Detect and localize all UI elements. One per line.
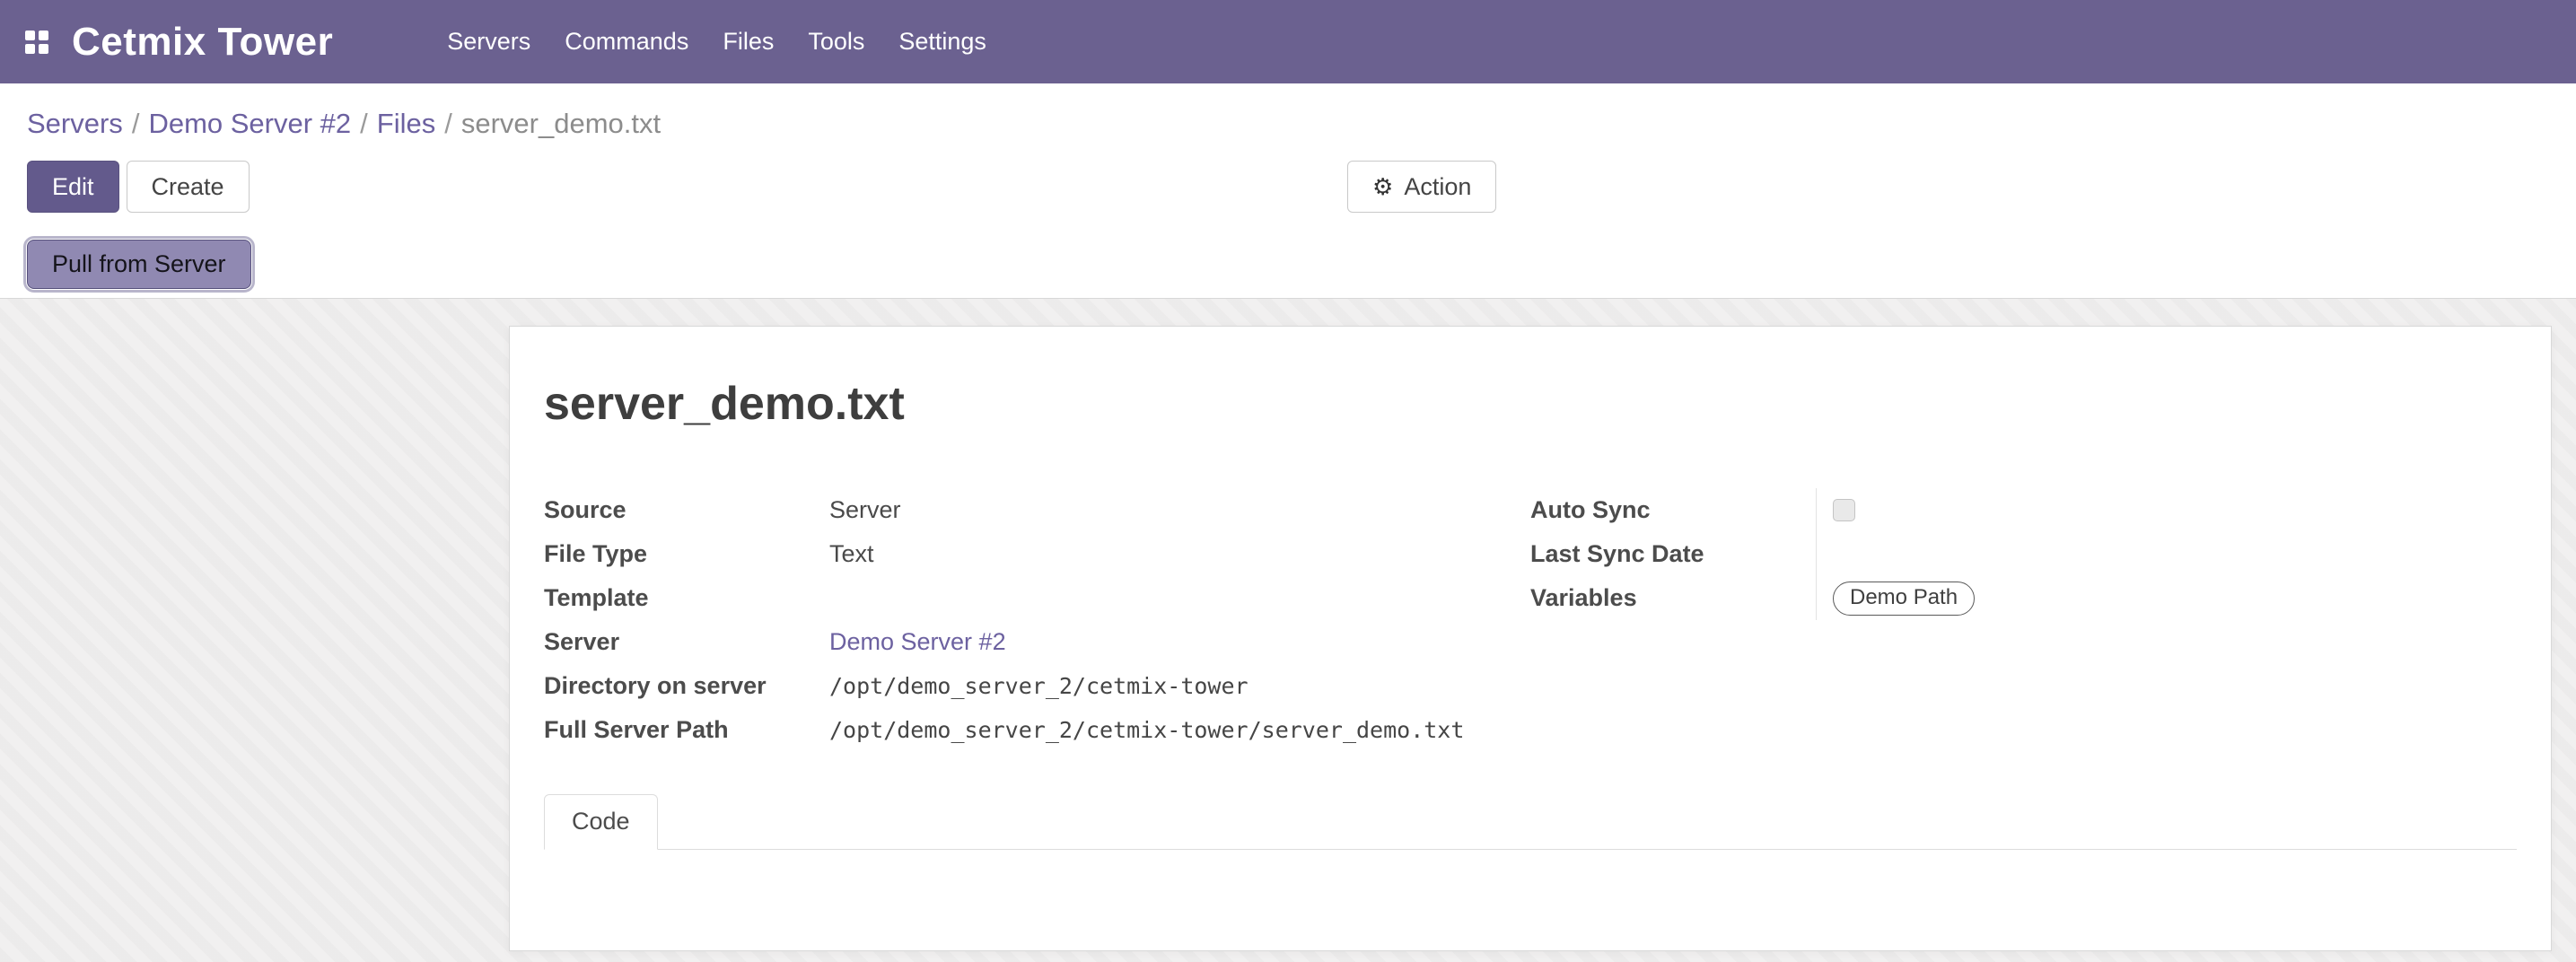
breadcrumb-servers[interactable]: Servers	[27, 108, 123, 139]
field-last-sync-date-label: Last Sync Date	[1530, 539, 1816, 570]
field-server: Server Demo Server #2	[544, 620, 1530, 664]
page: Cetmix Tower Servers Commands Files Tool…	[0, 0, 2576, 962]
menu-servers[interactable]: Servers	[430, 0, 548, 83]
server-link[interactable]: Demo Server #2	[829, 628, 1006, 656]
form-column-right: Auto Sync Last Sync Date Variables Demo …	[1530, 488, 2517, 752]
field-variables: Variables Demo Path	[1530, 576, 2517, 620]
field-auto-sync-label: Auto Sync	[1530, 495, 1816, 526]
breadcrumb-separator: /	[435, 108, 461, 139]
apps-menu-icon[interactable]	[25, 31, 48, 54]
field-directory: Directory on server /opt/demo_server_2/c…	[544, 664, 1530, 708]
field-template-label: Template	[544, 583, 829, 614]
field-variables-value: Demo Path	[1816, 576, 2517, 620]
menu-files[interactable]: Files	[705, 0, 791, 83]
field-variables-label: Variables	[1530, 583, 1816, 614]
menu-commands[interactable]: Commands	[548, 0, 705, 83]
breadcrumb-separator: /	[351, 108, 377, 139]
tab-code-content	[544, 850, 2517, 949]
action-menu-wrap: ⚙ Action	[1347, 161, 1496, 213]
form-title: server_demo.txt	[544, 377, 2517, 431]
field-auto-sync-value	[1816, 488, 2517, 532]
auto-sync-checkbox[interactable]	[1833, 499, 1855, 521]
menu-tools[interactable]: Tools	[791, 0, 881, 83]
field-full-path-value: /opt/demo_server_2/cetmix-tower/server_d…	[829, 708, 1530, 752]
main-menu: Servers Commands Files Tools Settings	[430, 0, 1003, 83]
action-menu-label: Action	[1404, 173, 1471, 201]
statusbar: Pull from Server	[27, 240, 2549, 298]
field-last-sync-date-value	[1816, 532, 2517, 576]
field-file-type-value: Text	[829, 532, 1530, 576]
field-source-value: Server	[829, 488, 1530, 532]
breadcrumb: Servers/Demo Server #2/Files/server_demo…	[0, 83, 2576, 140]
field-file-type: File Type Text	[544, 532, 1530, 576]
apps-menu-icon-square	[25, 44, 35, 54]
variable-tag-demo-path[interactable]: Demo Path	[1833, 582, 1975, 616]
field-file-type-label: File Type	[544, 539, 829, 570]
create-button[interactable]: Create	[127, 161, 250, 213]
field-directory-label: Directory on server	[544, 671, 829, 702]
breadcrumb-separator: /	[123, 108, 149, 139]
content-area: server_demo.txt Source Server File Type …	[0, 299, 2576, 962]
field-server-value: Demo Server #2	[829, 620, 1530, 664]
form-column-left: Source Server File Type Text Template Se…	[544, 488, 1530, 752]
field-source: Source Server	[544, 488, 1530, 532]
field-template-value	[829, 576, 1530, 620]
breadcrumb-demo-server[interactable]: Demo Server #2	[148, 108, 351, 139]
field-auto-sync: Auto Sync	[1530, 488, 2517, 532]
tab-code[interactable]: Code	[544, 794, 658, 850]
apps-menu-icon-square	[25, 31, 35, 40]
control-panel: Servers/Demo Server #2/Files/server_demo…	[0, 83, 2576, 299]
action-menu-button[interactable]: ⚙ Action	[1347, 161, 1496, 213]
apps-menu-icon-square	[39, 44, 48, 54]
breadcrumb-current: server_demo.txt	[461, 108, 661, 139]
field-last-sync-date: Last Sync Date	[1530, 532, 2517, 576]
gear-icon: ⚙	[1372, 175, 1393, 198]
pull-from-server-button[interactable]: Pull from Server	[27, 240, 251, 289]
field-server-label: Server	[544, 627, 829, 658]
field-full-path: Full Server Path /opt/demo_server_2/cetm…	[544, 708, 1530, 752]
top-navbar: Cetmix Tower Servers Commands Files Tool…	[0, 0, 2576, 83]
field-source-label: Source	[544, 495, 829, 526]
edit-button[interactable]: Edit	[27, 161, 119, 213]
apps-menu-icon-square	[39, 31, 48, 40]
field-template: Template	[544, 576, 1530, 620]
form-grid: Source Server File Type Text Template Se…	[544, 488, 2517, 752]
control-panel-buttons: Edit Create ⚙ Action	[27, 161, 2549, 213]
menu-settings[interactable]: Settings	[881, 0, 1003, 83]
app-brand[interactable]: Cetmix Tower	[72, 20, 333, 65]
field-directory-value: /opt/demo_server_2/cetmix-tower	[829, 664, 1530, 708]
breadcrumb-files[interactable]: Files	[377, 108, 435, 139]
form-sheet: server_demo.txt Source Server File Type …	[509, 326, 2552, 951]
notebook-tabs: Code	[544, 794, 2517, 850]
field-full-path-label: Full Server Path	[544, 715, 829, 746]
